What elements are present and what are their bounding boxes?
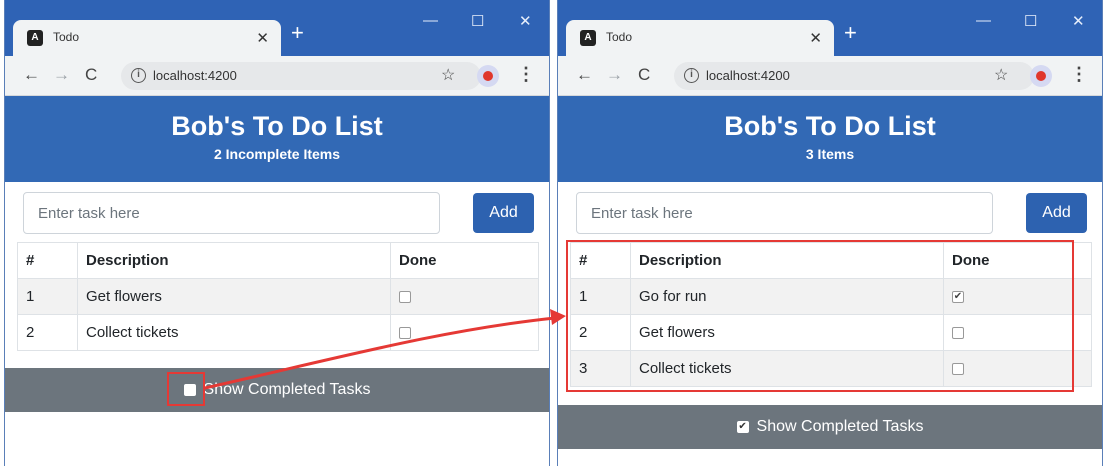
minimize-icon[interactable]: — (423, 12, 438, 29)
title-bar: A Todo ✕ + — ☐ ✕ (558, 0, 1102, 56)
row-description: Get flowers (77, 278, 391, 315)
show-completed-bar: ✔ Show Completed Tasks (558, 405, 1102, 449)
browser-toolbar: ← → C i localhost:4200 ☆ ⋮ (558, 56, 1102, 96)
arrow-left-icon[interactable]: ← (23, 65, 40, 85)
reload-icon[interactable]: C (85, 65, 97, 85)
column-header-done: Done (390, 242, 539, 279)
new-tab-icon[interactable]: + (291, 22, 304, 44)
profile-avatar-icon[interactable] (1030, 65, 1052, 87)
arrow-left-icon[interactable]: ← (576, 65, 593, 85)
maximize-icon[interactable]: ☐ (471, 12, 484, 30)
maximize-icon[interactable]: ☐ (1024, 12, 1037, 30)
arrow-right-icon[interactable]: → (606, 65, 623, 85)
close-tab-icon[interactable]: ✕ (809, 29, 822, 47)
add-button[interactable]: Add (473, 193, 534, 233)
done-checkbox[interactable] (399, 291, 411, 304)
annotation-highlight-table (566, 240, 1074, 392)
annotation-highlight-checkbox (167, 372, 205, 406)
add-button[interactable]: Add (1026, 193, 1087, 233)
table-row: 2 Collect tickets (17, 314, 539, 351)
task-input[interactable] (576, 192, 993, 234)
row-number: 1 (17, 278, 78, 315)
show-completed-label[interactable]: Show Completed Tasks (757, 418, 924, 435)
url-text: localhost:4200 (153, 68, 237, 83)
task-input[interactable] (23, 192, 440, 234)
table-row: 1 Get flowers (17, 278, 539, 315)
angular-logo-icon: A (580, 30, 596, 46)
show-completed-checkbox-checked[interactable]: ✔ (736, 420, 749, 433)
info-icon[interactable]: i (684, 68, 699, 83)
new-tab-icon[interactable]: + (844, 22, 857, 44)
app-header: Bob's To Do List 3 Items (558, 96, 1102, 182)
info-icon[interactable]: i (131, 68, 146, 83)
arrow-right-icon[interactable]: → (53, 65, 70, 85)
tab-title: Todo (606, 30, 633, 44)
show-completed-bar: Show Completed Tasks (5, 368, 549, 412)
title-bar: A Todo ✕ + — ☐ ✕ (5, 0, 549, 56)
bookmark-star-icon[interactable]: ☆ (994, 65, 1008, 85)
address-bar[interactable]: i localhost:4200 (121, 62, 481, 90)
browser-tab[interactable]: A Todo ✕ (566, 20, 834, 56)
done-checkbox[interactable] (399, 327, 411, 340)
row-description: Collect tickets (77, 314, 391, 351)
browser-window-right: A Todo ✕ + — ☐ ✕ ← → C i localhost:4200 … (557, 0, 1103, 466)
todo-table: # Description Done 1 Get flowers 2 Colle… (17, 242, 539, 351)
browser-window-left: A Todo ✕ + — ☐ ✕ ← → C i localhost:4200 … (4, 0, 550, 466)
profile-avatar-icon[interactable] (477, 65, 499, 87)
item-count: 3 Items (805, 146, 855, 162)
close-tab-icon[interactable]: ✕ (256, 29, 269, 47)
angular-logo-icon: A (27, 30, 43, 46)
browser-tab[interactable]: A Todo ✕ (13, 20, 281, 56)
row-number: 2 (17, 314, 78, 351)
page-title: Bob's To Do List (171, 111, 383, 141)
column-header-description: Description (77, 242, 391, 279)
minimize-icon[interactable]: — (976, 12, 991, 29)
bookmark-star-icon[interactable]: ☆ (441, 65, 455, 85)
page-title: Bob's To Do List (724, 111, 936, 141)
app-header: Bob's To Do List 2 Incomplete Items (5, 96, 549, 182)
reload-icon[interactable]: C (638, 65, 650, 85)
address-bar[interactable]: i localhost:4200 (674, 62, 1034, 90)
browser-toolbar: ← → C i localhost:4200 ☆ ⋮ (5, 56, 549, 96)
menu-dots-icon[interactable]: ⋮ (517, 64, 535, 85)
menu-dots-icon[interactable]: ⋮ (1070, 64, 1088, 85)
tab-title: Todo (53, 30, 80, 44)
column-header-number: # (17, 242, 78, 279)
show-completed-label[interactable]: Show Completed Tasks (204, 381, 371, 398)
item-count: 2 Incomplete Items (213, 146, 341, 162)
close-window-icon[interactable]: ✕ (1072, 12, 1085, 30)
url-text: localhost:4200 (706, 68, 790, 83)
close-window-icon[interactable]: ✕ (519, 12, 532, 30)
